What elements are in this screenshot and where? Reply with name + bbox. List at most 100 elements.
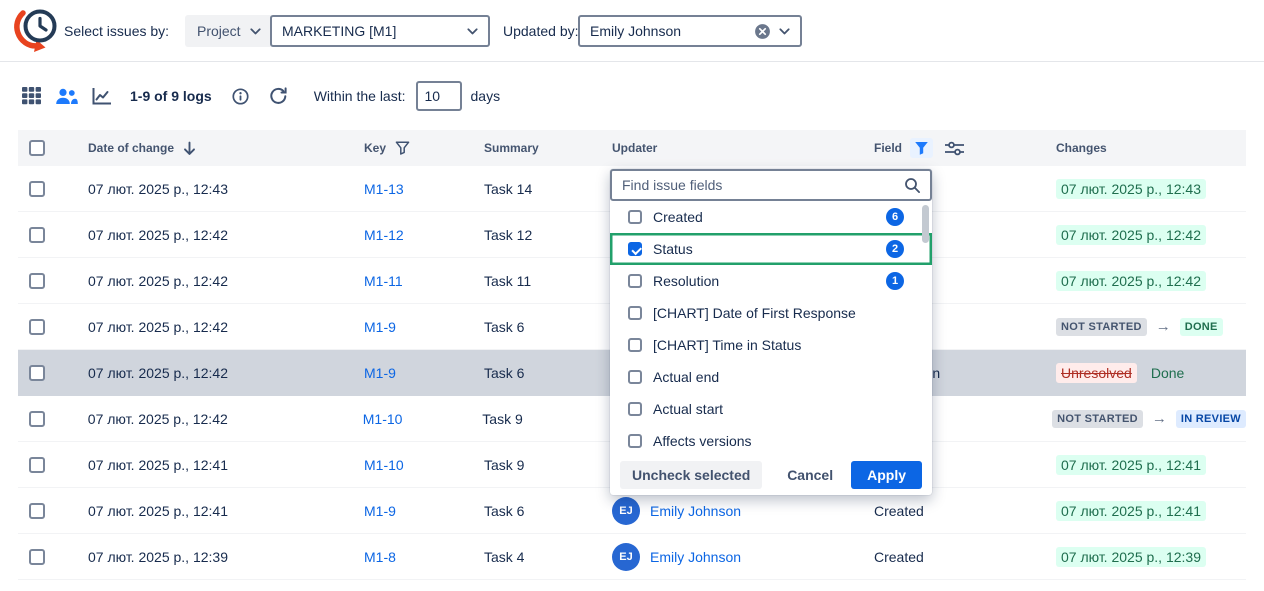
row-date: 07 лют. 2025 р., 12:41 bbox=[88, 503, 364, 519]
refresh-icon[interactable] bbox=[266, 83, 292, 109]
column-settings-icon[interactable] bbox=[945, 141, 964, 156]
field-option-checkbox[interactable] bbox=[628, 370, 642, 384]
row-summary: Task 4 bbox=[484, 549, 612, 565]
issue-key-link[interactable]: M1-10 bbox=[364, 457, 404, 473]
topbar: Select issues by: Project MARKETING [M1]… bbox=[0, 0, 1264, 62]
field-option-checkbox[interactable] bbox=[628, 306, 642, 320]
updater-link[interactable]: Emily Johnson bbox=[650, 549, 741, 565]
field-option[interactable]: [CHART] Time in Status bbox=[610, 329, 932, 361]
group-view-icon[interactable] bbox=[53, 83, 79, 109]
table-view-icon[interactable] bbox=[18, 83, 44, 109]
changes-column-header[interactable]: Changes bbox=[1056, 141, 1107, 155]
old-value: Unresolved bbox=[1056, 363, 1137, 383]
row-checkbox[interactable] bbox=[29, 503, 45, 519]
updated-by-select[interactable]: Emily Johnson bbox=[578, 15, 802, 47]
old-status-lozenge: NOT STARTED bbox=[1052, 410, 1143, 428]
field-option[interactable]: Actual start bbox=[610, 393, 932, 425]
field-option-label: [CHART] Date of First Response bbox=[653, 305, 904, 321]
row-checkbox[interactable] bbox=[29, 411, 45, 427]
row-checkbox[interactable] bbox=[29, 319, 45, 335]
field-column-header[interactable]: Field bbox=[874, 141, 902, 155]
scrollbar-thumb[interactable] bbox=[922, 205, 929, 243]
table-header: Date of change Key Summary Updater Fie bbox=[18, 130, 1246, 166]
issue-key-link[interactable]: M1-8 bbox=[364, 549, 396, 565]
app-logo-icon bbox=[13, 6, 59, 59]
field-option-label: Affects versions bbox=[653, 433, 904, 449]
row-summary: Task 9 bbox=[484, 457, 612, 473]
field-filter-dropdown: Created 6 Status 2 Resolution 1 [CHART] … bbox=[610, 169, 932, 495]
apply-button[interactable]: Apply bbox=[851, 461, 922, 489]
row-checkbox[interactable] bbox=[29, 273, 45, 289]
key-column-header[interactable]: Key bbox=[364, 141, 386, 155]
row-changes: 07 лют. 2025 р., 12:42 bbox=[1056, 271, 1246, 291]
table-row[interactable]: 07 лют. 2025 р., 12:39 M1-8 Task 4 EJ Em… bbox=[18, 534, 1246, 580]
field-filter-icon[interactable] bbox=[910, 138, 933, 158]
days-input[interactable] bbox=[416, 81, 462, 111]
row-date: 07 лют. 2025 р., 12:42 bbox=[88, 273, 364, 289]
field-option-checkbox[interactable] bbox=[628, 434, 642, 448]
field-option-label: Actual start bbox=[653, 401, 904, 417]
cancel-button[interactable]: Cancel bbox=[779, 461, 841, 489]
field-list: Created 6 Status 2 Resolution 1 [CHART] … bbox=[610, 201, 932, 457]
field-option[interactable]: Resolution 1 bbox=[610, 265, 932, 297]
project-select-value: MARKETING [M1] bbox=[282, 23, 459, 39]
row-summary: Task 9 bbox=[482, 411, 610, 427]
chevron-down-icon bbox=[467, 28, 478, 35]
row-date: 07 лют. 2025 р., 12:41 bbox=[88, 457, 364, 473]
select-all-checkbox[interactable] bbox=[29, 140, 45, 156]
updated-by-value: Emily Johnson bbox=[590, 23, 746, 39]
new-value: Done bbox=[1149, 363, 1186, 383]
issue-key-link[interactable]: M1-11 bbox=[364, 273, 403, 289]
issue-key-link[interactable]: M1-9 bbox=[364, 319, 396, 335]
updater-column-header[interactable]: Updater bbox=[612, 141, 657, 155]
field-option-checkbox[interactable] bbox=[628, 242, 642, 256]
row-checkbox[interactable] bbox=[29, 365, 45, 381]
row-date: 07 лют. 2025 р., 12:39 bbox=[88, 549, 364, 565]
project-select[interactable]: MARKETING [M1] bbox=[270, 15, 490, 47]
row-checkbox[interactable] bbox=[29, 227, 45, 243]
sort-desc-icon[interactable] bbox=[183, 141, 196, 156]
issue-key-link[interactable]: M1-9 bbox=[364, 503, 396, 519]
field-option-checkbox[interactable] bbox=[628, 338, 642, 352]
field-option[interactable]: Actual end bbox=[610, 361, 932, 393]
issue-key-link[interactable]: M1-10 bbox=[363, 411, 403, 427]
updater-link[interactable]: Emily Johnson bbox=[650, 503, 741, 519]
uncheck-selected-button[interactable]: Uncheck selected bbox=[620, 461, 762, 489]
issue-key-link[interactable]: M1-9 bbox=[364, 365, 396, 381]
field-option[interactable]: Created 6 bbox=[610, 201, 932, 233]
field-option[interactable]: Affects versions bbox=[610, 425, 932, 457]
field-count-badge: 2 bbox=[886, 240, 904, 258]
field-option-label: Created bbox=[653, 209, 875, 225]
change-date-value: 07 лют. 2025 р., 12:39 bbox=[1056, 547, 1206, 567]
field-option-checkbox[interactable] bbox=[628, 274, 642, 288]
row-checkbox[interactable] bbox=[29, 549, 45, 565]
select-by-dropdown[interactable]: Project bbox=[185, 15, 273, 47]
field-option-checkbox[interactable] bbox=[628, 210, 642, 224]
search-icon bbox=[904, 177, 921, 194]
summary-column-header[interactable]: Summary bbox=[484, 141, 539, 155]
within-last-label: Within the last: bbox=[314, 88, 406, 104]
field-option-checkbox[interactable] bbox=[628, 402, 642, 416]
field-option-label: [CHART] Time in Status bbox=[653, 337, 904, 353]
date-column-header[interactable]: Date of change bbox=[88, 141, 174, 155]
info-icon[interactable] bbox=[228, 83, 254, 109]
change-date-value: 07 лют. 2025 р., 12:42 bbox=[1056, 225, 1206, 245]
row-date: 07 лют. 2025 р., 12:42 bbox=[88, 365, 364, 381]
field-option[interactable]: [CHART] Date of First Response bbox=[610, 297, 932, 329]
app-root: Select issues by: Project MARKETING [M1]… bbox=[0, 0, 1264, 591]
row-checkbox[interactable] bbox=[29, 181, 45, 197]
issue-key-link[interactable]: M1-13 bbox=[364, 181, 404, 197]
field-count-badge: 1 bbox=[886, 272, 904, 290]
issue-key-link[interactable]: M1-12 bbox=[364, 227, 404, 243]
change-date-value: 07 лют. 2025 р., 12:41 bbox=[1056, 455, 1206, 475]
field-option[interactable]: Status 2 bbox=[610, 233, 932, 265]
select-by-value: Project bbox=[197, 23, 241, 39]
key-filter-icon[interactable] bbox=[395, 141, 410, 155]
clear-icon[interactable] bbox=[754, 23, 771, 40]
row-checkbox[interactable] bbox=[29, 457, 45, 473]
row-summary: Task 6 bbox=[484, 319, 612, 335]
row-changes: 07 лют. 2025 р., 12:41 bbox=[1056, 455, 1246, 475]
chevron-down-icon bbox=[779, 28, 790, 35]
chart-view-icon[interactable] bbox=[88, 83, 114, 109]
field-search-input[interactable] bbox=[610, 169, 932, 201]
